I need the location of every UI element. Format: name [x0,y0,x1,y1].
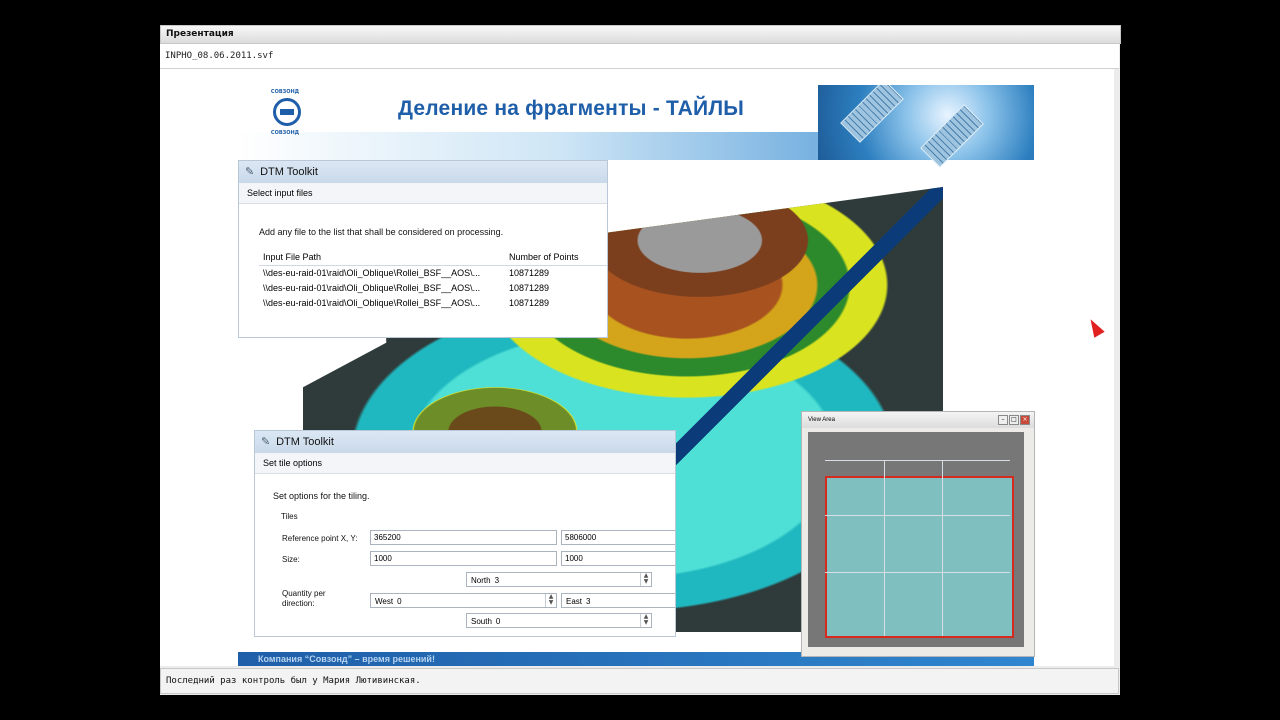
reference-x-input[interactable] [370,530,557,545]
dialog-title: ✎ DTM Toolkit [239,161,607,183]
company-logo: СОВЗОНД СОВЗОНД [260,89,310,137]
presentation-content: СОВЗОНД СОВЗОНД Деление на фрагменты - Т… [160,69,1114,666]
footer-text: Компания “Совзонд” – время решений! [258,654,435,664]
tiles-group-label: Tiles [281,512,298,521]
west-label: West [375,597,394,606]
north-value: 3 [494,576,500,585]
table-row[interactable]: \\des-eu-raid-01\raid\Oli_Oblique\Rollei… [259,281,607,296]
west-spinbox[interactable]: West 0 ▲ ▼ [370,593,557,608]
reference-point-label: Reference point X, Y: [282,534,358,543]
window-title: Презентация [160,25,1121,44]
spin-arrows-icon[interactable]: ▲ ▼ [545,594,556,607]
view-area-title-text: View Area [808,417,835,423]
tools-icon: ✎ [245,166,255,178]
quantity-label-line1: Quantity per [282,589,326,598]
south-label: South [471,617,492,626]
dialog-instruction: Add any file to the list that shall be c… [259,227,504,237]
west-value: 0 [397,597,402,606]
minimize-icon[interactable]: – [998,415,1008,425]
north-label: North [471,576,491,585]
dialog-title-text: DTM Toolkit [260,166,318,178]
view-area-window: View Area – □ × [801,411,1035,657]
dialog-select-files: ✎ DTM Toolkit Select input files Add any… [238,160,608,338]
table-header: Input File Path Number of Points [259,251,607,266]
table-row[interactable]: \\des-eu-raid-01\raid\Oli_Oblique\Rollei… [259,296,607,311]
maximize-icon[interactable]: □ [1009,415,1019,425]
south-spinbox[interactable]: South 0 ▲ ▼ [466,613,652,628]
dialog-subtitle: Set tile options [255,453,675,474]
table-row[interactable]: \\des-eu-raid-01\raid\Oli_Oblique\Rollei… [259,266,607,281]
north-spinbox[interactable]: North 3 ▲ ▼ [466,572,652,587]
points-cell: 10871289 [509,283,550,293]
tile-grid-line [825,515,1010,516]
reference-y-input[interactable] [561,530,675,545]
size-x-input[interactable] [370,551,557,566]
presentation-window: Презентация INPHO_08.06.2011.svf СОВЗОНД… [160,25,1121,695]
slide-title: Деление на фрагменты - ТАЙЛЫ [398,97,745,120]
east-value: 3 [586,597,591,606]
east-spinbox[interactable]: East 3 [561,593,675,608]
file-path-cell: \\des-eu-raid-01\raid\Oli_Oblique\Rollei… [263,283,481,293]
tile-grid-line [942,460,943,636]
spin-arrows-icon[interactable]: ▲ ▼ [640,614,651,627]
points-cell: 10871289 [509,268,550,278]
size-label: Size: [282,555,300,564]
tile-grid-line [825,460,1010,461]
south-value: 0 [495,617,501,626]
logo-emblem-icon [273,98,301,126]
tile-grid-line [825,572,1010,573]
quantity-label-line2: direction: [282,599,315,608]
dialog-title-text: DTM Toolkit [276,436,334,448]
column-header-path[interactable]: Input File Path [263,252,509,262]
dialog-tile-options: ✎ DTM Toolkit Set tile options Set optio… [254,430,676,637]
view-area-canvas[interactable] [808,432,1024,647]
points-cell: 10871289 [509,298,550,308]
size-y-input[interactable] [561,551,675,566]
file-name: INPHO_08.06.2011.svf [160,44,1119,69]
column-header-points[interactable]: Number of Points [509,252,607,262]
files-table[interactable]: Input File Path Number of Points \\des-e… [259,251,607,311]
file-path-cell: \\des-eu-raid-01\raid\Oli_Oblique\Rollei… [263,268,481,278]
close-icon[interactable]: × [1020,415,1030,425]
satellite-panel-icon [920,104,984,168]
dialog-subtitle: Select input files [239,183,607,204]
tile-grid-line [884,460,885,636]
satellite-banner [818,85,1034,168]
satellite-panel-icon [840,85,904,143]
tools-icon: ✎ [261,436,271,448]
east-label: East [566,597,583,606]
dialog-title: ✎ DTM Toolkit [255,431,675,453]
status-bar: Последний раз контроль был у Мария Лютив… [160,668,1119,694]
logo-top-text: СОВЗОНД [270,89,300,95]
dialog-instruction: Set options for the tiling. [273,491,370,501]
file-path-cell: \\des-eu-raid-01\raid\Oli_Oblique\Rollei… [263,298,481,308]
tile-extent-rectangle[interactable] [825,476,1014,638]
logo-bottom-text: СОВЗОНД [270,130,300,136]
spin-arrows-icon[interactable]: ▲ ▼ [640,573,651,586]
